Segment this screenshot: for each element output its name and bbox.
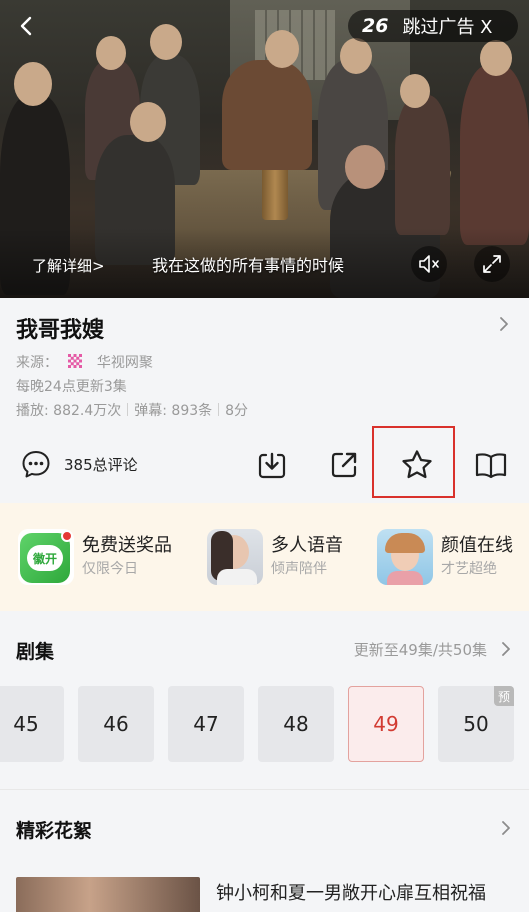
share-icon: [331, 452, 357, 478]
promo-subtitle: 倾声陪伴: [271, 561, 327, 577]
stats-row: 播放: 882.4万次 弹幕: 893条 8分: [16, 400, 248, 420]
video-figure-head: [150, 24, 182, 60]
episode-item[interactable]: 50 预: [438, 686, 514, 762]
episode-number: 45: [13, 712, 39, 736]
episodes-more-arrow[interactable]: [501, 641, 511, 661]
back-button[interactable]: [12, 12, 40, 40]
promo-item-prizes[interactable]: 徽开 免费送奖品 仅限今日: [18, 529, 172, 585]
episode-item[interactable]: 45: [0, 686, 64, 762]
notification-dot-icon: [61, 530, 73, 542]
show-info: 我哥我嫂 来源： 华视网聚 每晚24点更新3集 播放: 882.4万次 弹幕: 8…: [0, 298, 529, 503]
episodes-title: 剧集: [16, 641, 55, 663]
skip-ad-label: 跳过广告 X: [402, 17, 493, 38]
episode-number: 49: [373, 712, 399, 736]
highlights-more-arrow[interactable]: [501, 820, 511, 840]
source-label: 来源：: [16, 355, 58, 371]
episode-number: 46: [103, 712, 129, 736]
episode-number: 48: [283, 712, 309, 736]
ad-countdown: 26: [362, 15, 389, 37]
avatar-shoulders: [387, 571, 423, 585]
promo-title: 颜值在线: [441, 535, 513, 556]
preview-badge: 预: [494, 686, 514, 706]
episodes-section: 剧集 更新至49集/共50集 45 46 47 48 49 50 预: [0, 611, 529, 789]
comment-icon: [22, 451, 50, 478]
novel-button[interactable]: [474, 448, 508, 482]
video-figure-head: [480, 40, 512, 76]
promo-avatar-image: [377, 529, 433, 585]
video-player[interactable]: 26 跳过广告 X 了解详细> 我在这做的所有事情的时候: [0, 0, 529, 298]
fullscreen-button[interactable]: [474, 246, 510, 282]
episodes-status[interactable]: 更新至49集/共50集: [354, 639, 487, 660]
show-detail-arrow[interactable]: [499, 316, 509, 336]
promo-item-voice[interactable]: 多人语音 倾声陪伴: [207, 529, 343, 585]
chevron-left-icon: [20, 16, 32, 36]
source-name[interactable]: 华视网聚: [97, 355, 153, 371]
promo-avatar-image: [207, 529, 263, 585]
promo-subtitle: 仅限今日: [82, 561, 138, 577]
app-logo-text: 徽开: [27, 545, 63, 571]
highlights-section: 精彩花絮 钟小柯和夏一男敞开心扉互相祝福: [0, 789, 529, 912]
star-icon: [402, 450, 432, 479]
comments-button[interactable]: 385总评论: [20, 448, 138, 480]
episode-list: 45 46 47 48 49 50 预: [0, 686, 529, 763]
skip-ad-button[interactable]: 26 跳过广告 X: [348, 10, 518, 42]
video-figure-head: [345, 145, 385, 189]
video-figure: [395, 95, 450, 235]
avatar-hair: [385, 533, 425, 553]
highlights-title: 精彩花絮: [16, 820, 93, 842]
action-bar: 385总评论: [0, 426, 529, 498]
show-title[interactable]: 我哥我嫂: [16, 312, 104, 344]
video-subtitle: 我在这做的所有事情的时候: [152, 256, 345, 275]
mute-button[interactable]: [411, 246, 447, 282]
avatar-shoulders: [217, 569, 257, 585]
book-icon: [475, 453, 507, 479]
episode-number: 47: [193, 712, 219, 736]
promo-strip: 徽开 免费送奖品 仅限今日 多人语音 倾声陪伴 颜值在线 才艺超绝: [0, 503, 529, 611]
video-figure-head: [265, 30, 299, 68]
chevron-right-icon: [502, 642, 510, 656]
download-icon: [258, 452, 286, 479]
divider: [127, 403, 129, 416]
share-button[interactable]: [327, 448, 361, 482]
learn-more-link[interactable]: 了解详细>: [26, 252, 111, 280]
episode-item[interactable]: 46: [78, 686, 154, 762]
danmaku-count: 弹幕: 893条: [134, 403, 213, 419]
episode-number: 50: [463, 712, 489, 736]
comment-count: 385总评论: [64, 455, 138, 474]
play-count: 播放: 882.4万次: [16, 403, 122, 419]
video-figure-head: [14, 62, 52, 106]
promo-title: 免费送奖品: [82, 535, 172, 556]
promo-title: 多人语音: [271, 535, 343, 556]
clip-title[interactable]: 钟小柯和夏一男敞开心扉互相祝福: [216, 879, 486, 905]
video-figure-head: [96, 36, 126, 70]
divider: [218, 403, 220, 416]
video-figure: [222, 60, 312, 170]
video-figure-head: [130, 102, 166, 142]
source-row: 来源： 华视网聚: [16, 352, 153, 372]
video-figure-head: [340, 38, 372, 74]
favorite-button[interactable]: [400, 448, 434, 482]
episode-item[interactable]: 47: [168, 686, 244, 762]
mute-icon: [419, 255, 439, 273]
download-button[interactable]: [255, 448, 289, 482]
update-info: 每晚24点更新3集: [16, 379, 127, 395]
episode-item-current[interactable]: 49: [348, 686, 424, 762]
score: 8分: [225, 403, 249, 419]
chevron-right-icon: [502, 821, 510, 835]
fullscreen-icon: [483, 255, 501, 273]
source-logo-icon: [68, 354, 83, 368]
chevron-right-icon: [500, 317, 508, 331]
video-figure-head: [400, 74, 430, 108]
promo-app-icon: 徽开: [18, 529, 74, 585]
promo-item-talent[interactable]: 颜值在线 才艺超绝: [377, 529, 513, 585]
clip-thumbnail[interactable]: [16, 877, 200, 912]
video-figure: [460, 65, 529, 245]
promo-subtitle: 才艺超绝: [441, 561, 497, 577]
episode-item[interactable]: 48: [258, 686, 334, 762]
